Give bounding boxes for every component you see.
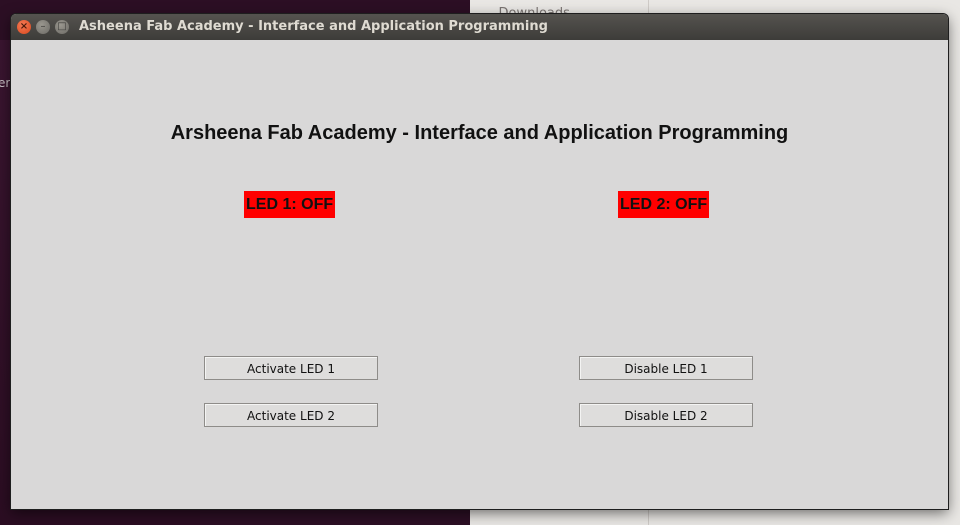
maximize-window-button[interactable]: □ xyxy=(55,20,69,34)
disable-led1-button[interactable]: Disable LED 1 xyxy=(579,356,753,380)
background-edge-text: er xyxy=(0,76,11,90)
title-bar[interactable]: × – □ Asheena Fab Academy - Interface an… xyxy=(11,14,948,40)
activate-led1-button[interactable]: Activate LED 1 xyxy=(204,356,378,380)
app-heading: Arsheena Fab Academy - Interface and App… xyxy=(170,122,789,144)
activate-led2-button[interactable]: Activate LED 2 xyxy=(204,403,378,427)
led1-status-label: LED 1: OFF xyxy=(244,191,336,218)
disable-led2-button[interactable]: Disable LED 2 xyxy=(579,403,753,427)
close-window-button[interactable]: × xyxy=(17,20,31,34)
led2-status-label: LED 2: OFF xyxy=(618,191,710,218)
window-title: Asheena Fab Academy - Interface and Appl… xyxy=(79,19,548,34)
minimize-window-button[interactable]: – xyxy=(36,20,50,34)
app-window: × – □ Asheena Fab Academy - Interface an… xyxy=(11,14,948,509)
